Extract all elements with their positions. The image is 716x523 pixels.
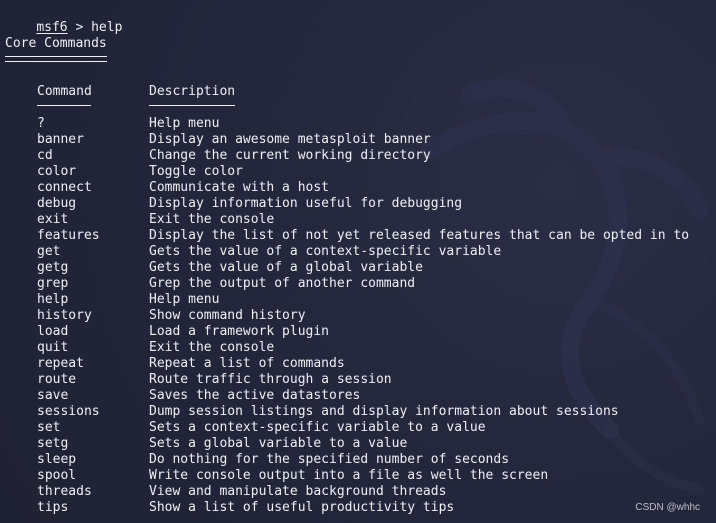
command-row: getg Gets the value of a global variable — [0, 260, 716, 276]
command-name: load — [37, 324, 69, 339]
command-name: history — [37, 308, 92, 323]
command-row: connect Communicate with a host — [0, 180, 716, 196]
command-row: banner Display an awesome metasploit bann… — [0, 132, 716, 148]
command-description: Exit the console — [149, 212, 275, 227]
command-description: Communicate with a host — [149, 180, 330, 195]
command-description: Gets the value of a context-specific var… — [149, 244, 502, 259]
command-row: get Gets the value of a context-specific … — [0, 244, 716, 260]
command-row: tips Show a list of useful productivity t… — [0, 500, 716, 516]
command-row: grep Grep the output of another command — [0, 276, 716, 292]
command-description: Show command history — [149, 308, 306, 323]
command-name: setg — [37, 436, 69, 451]
command-name: cd — [37, 148, 53, 163]
terminal-window[interactable]: msf6 > help Core Commands Command Descri… — [0, 0, 716, 523]
column-header-command-underline — [37, 105, 91, 106]
command-row: route Route traffic through a session — [0, 372, 716, 388]
command-row: load Load a framework plugin — [0, 324, 716, 340]
command-list: ? Help menu banner Display an awesome metas… — [0, 116, 716, 516]
section-title: Core Commands — [5, 36, 107, 51]
command-description: Exit the console — [149, 340, 275, 355]
command-description: View and manipulate background threads — [149, 484, 447, 499]
command-name: ? — [37, 116, 45, 131]
command-name: sessions — [37, 404, 100, 419]
prompt-command: > help — [67, 20, 123, 35]
command-name: threads — [37, 484, 92, 499]
command-row: setg Sets a global variable to a value — [0, 436, 716, 452]
command-description: Grep the output of another command — [149, 276, 416, 291]
command-row: ? Help menu — [0, 116, 716, 132]
command-name: save — [37, 388, 69, 403]
command-description: Display the list of not yet released fea… — [149, 228, 690, 243]
command-row: threads View and manipulate background th… — [0, 484, 716, 500]
command-description: Display an awesome metasploit banner — [149, 132, 431, 147]
command-name: sleep — [37, 452, 77, 467]
command-row: help Help menu — [0, 292, 716, 308]
command-description: Show a list of useful productivity tips — [149, 500, 455, 515]
command-description: Saves the active datastores — [149, 388, 361, 403]
command-name: exit — [37, 212, 69, 227]
command-row: quit Exit the console — [0, 340, 716, 356]
command-name: features — [37, 228, 100, 243]
command-name: debug — [37, 196, 77, 211]
command-description: Help menu — [149, 292, 220, 307]
command-name: getg — [37, 260, 69, 275]
command-description: Display information useful for debugging — [149, 196, 463, 211]
command-name: tips — [37, 500, 69, 515]
command-name: connect — [37, 180, 92, 195]
command-name: banner — [37, 132, 84, 147]
command-name: repeat — [37, 356, 84, 371]
column-header-description-underline — [149, 105, 235, 106]
command-name: route — [37, 372, 77, 387]
command-description: Gets the value of a global variable — [149, 260, 423, 275]
command-row: features Display the list of not yet rele… — [0, 228, 716, 244]
prompt-prefix: msf6 — [36, 20, 68, 35]
command-row: exit Exit the console — [0, 212, 716, 228]
command-description: Route traffic through a session — [149, 372, 392, 387]
command-row: sleep Do nothing for the specified number… — [0, 452, 716, 468]
command-description: Do nothing for the specified number of s… — [149, 452, 510, 467]
command-description: Sets a global variable to a value — [149, 436, 408, 451]
command-row: color Toggle color — [0, 164, 716, 180]
command-description: Repeat a list of commands — [149, 356, 345, 371]
command-description: Toggle color — [149, 164, 243, 179]
command-name: quit — [37, 340, 69, 355]
section-title-underline — [5, 56, 107, 62]
command-name: color — [37, 164, 77, 179]
command-description: Dump session listings and display inform… — [149, 404, 619, 419]
command-name: set — [37, 420, 61, 435]
command-row: history Show command history — [0, 308, 716, 324]
command-description: Change the current working directory — [149, 148, 431, 163]
watermark: CSDN @whhc — [635, 502, 700, 513]
command-row: set Sets a context-specific variable to a… — [0, 420, 716, 436]
command-row: save Saves the active datastores — [0, 388, 716, 404]
command-description: Load a framework plugin — [149, 324, 330, 339]
column-header-command: Command — [37, 84, 92, 99]
command-prompt-line: msf6 > help — [5, 4, 122, 35]
command-row: repeat Repeat a list of commands — [0, 356, 716, 372]
command-row: sessions Dump session listings and displa… — [0, 404, 716, 420]
command-description: Help menu — [149, 116, 220, 131]
command-row: cd Change the current working directory — [0, 148, 716, 164]
command-name: grep — [37, 276, 69, 291]
column-header-description: Description — [149, 84, 236, 99]
command-description: Sets a context-specific variable to a va… — [149, 420, 486, 435]
command-row: spool Write console output into a file as… — [0, 468, 716, 484]
command-row: debug Display information useful for debu… — [0, 196, 716, 212]
command-name: spool — [37, 468, 77, 483]
command-name: help — [37, 292, 69, 307]
command-description: Write console output into a file as well… — [149, 468, 549, 483]
command-name: get — [37, 244, 61, 259]
